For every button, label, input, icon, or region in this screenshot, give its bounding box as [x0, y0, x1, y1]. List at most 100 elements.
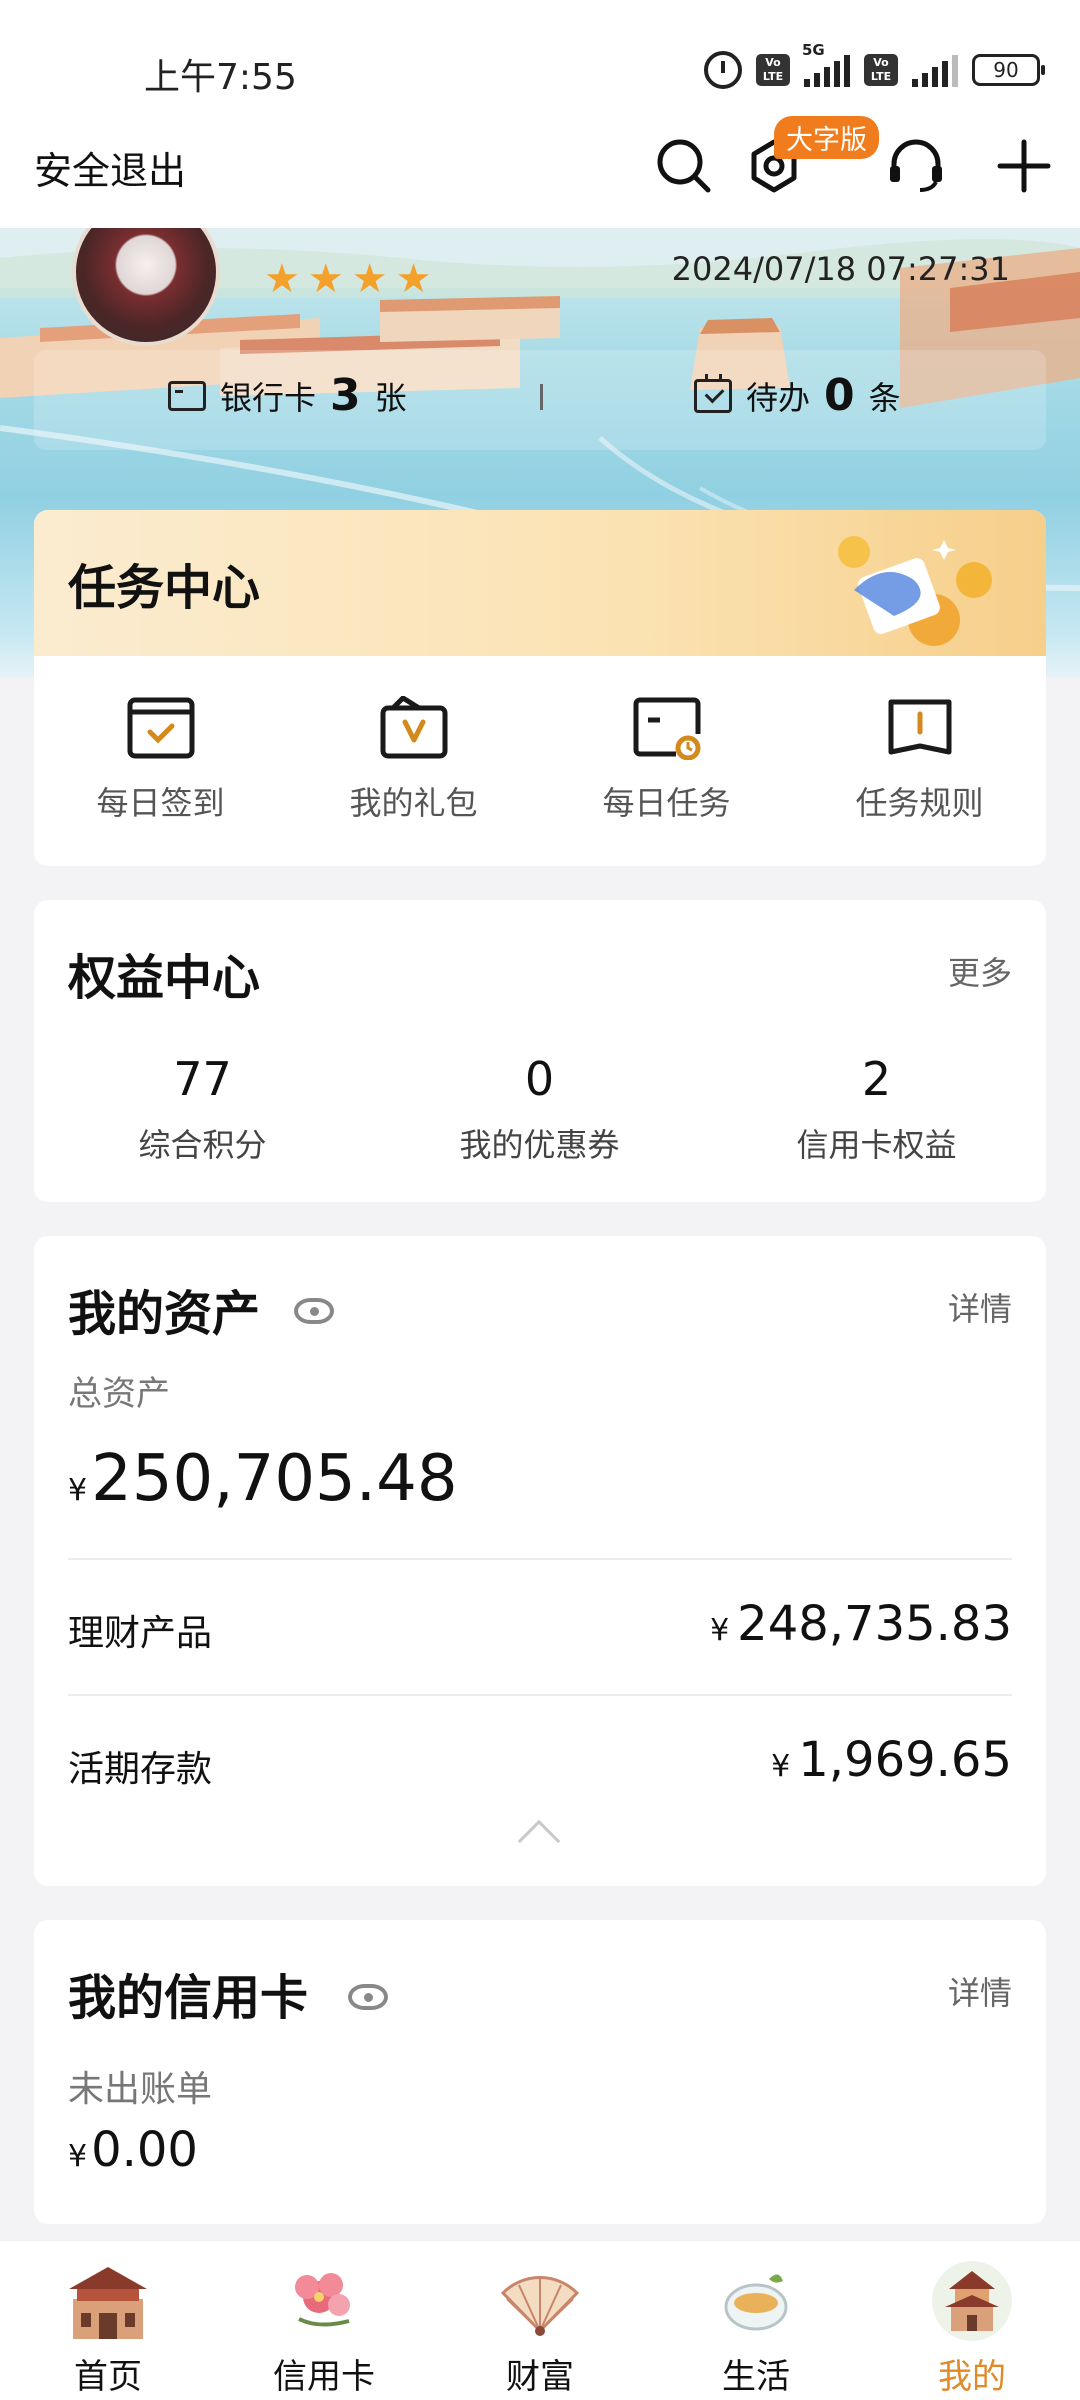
eye-icon[interactable]	[294, 1298, 334, 1324]
total-assets-amount: 250,705.48	[91, 1442, 458, 1516]
asset-row-label: 活期存款	[68, 1749, 213, 1790]
assets-detail-link[interactable]: 详情	[948, 1284, 1012, 1330]
asset-row-amount: 248,735.83	[737, 1596, 1012, 1652]
equity-item-credit-rights[interactable]: 2 信用卡权益	[708, 1052, 1045, 1166]
nav-label: 信用卡	[273, 2357, 375, 2397]
eye-icon[interactable]	[348, 1984, 388, 2010]
bank-card-stat[interactable]: 银行卡 3 张	[168, 370, 407, 421]
nav-label: 首页	[74, 2357, 142, 2397]
asset-row-amount: 1,969.65	[798, 1732, 1012, 1788]
folding-fan-icon	[500, 2276, 580, 2336]
nav-life[interactable]: 生活	[648, 2241, 864, 2400]
plus-icon[interactable]	[990, 132, 1058, 200]
my-credit-card-card: 我的信用卡 详情 未出账单 ¥ 0.00	[34, 1920, 1046, 2224]
total-assets-value: ¥ 250,705.48	[68, 1442, 458, 1516]
asset-row-value: ¥ 248,735.83	[710, 1596, 1012, 1652]
nav-wealth[interactable]: 财富	[432, 2241, 648, 2400]
bottom-nav: 首页 信用卡 财富 生活 我的	[0, 2240, 1080, 2400]
task-item-gift-pack[interactable]: 我的礼包	[287, 696, 540, 824]
asset-row-label: 理财产品	[68, 1613, 213, 1654]
customer-service-icon[interactable]	[882, 132, 950, 200]
task-item-label: 我的礼包	[349, 784, 478, 822]
unbilled-value: ¥ 0.00	[68, 2122, 198, 2178]
signal-5g-icon: 5G	[802, 41, 850, 87]
asset-row-wealth-products[interactable]: 理财产品 ¥ 248,735.83	[68, 1596, 1012, 1656]
task-item-label: 任务规则	[855, 784, 984, 822]
member-star-rating: ★ ★ ★ ★	[264, 256, 431, 302]
task-center-card: 任务中心 每日签到 我的礼包 每日任务 任务规则	[34, 510, 1046, 866]
unbilled-label: 未出账单	[68, 2069, 213, 2110]
network-type-label: 5G	[802, 41, 825, 59]
bank-card-icon	[168, 380, 206, 411]
large-font-badge[interactable]: 大字版	[774, 116, 879, 159]
task-item-label: 每日签到	[96, 784, 225, 822]
equity-value: 0	[524, 1052, 555, 1106]
task-center-title: 任务中心	[68, 560, 261, 616]
equity-label: 信用卡权益	[796, 1126, 957, 1164]
nav-label: 财富	[506, 2357, 574, 2397]
status-time: 上午7:55	[144, 57, 297, 98]
equity-value: 77	[173, 1052, 232, 1106]
logout-button[interactable]: 安全退出	[34, 140, 186, 195]
battery-icon: 90	[972, 54, 1045, 86]
currency-symbol: ¥	[68, 2139, 88, 2174]
gift-box-illustration	[838, 536, 992, 646]
equity-label: 我的优惠券	[459, 1126, 620, 1164]
equity-item-coupons[interactable]: 0 我的优惠券	[371, 1052, 708, 1166]
task-center-items: 每日签到 我的礼包 每日任务 任务规则	[34, 696, 1046, 824]
task-item-daily-checkin[interactable]: 每日签到	[34, 696, 287, 824]
task-center-header[interactable]: 任务中心	[34, 510, 1046, 656]
todo-label: 待办	[746, 378, 811, 417]
nav-credit-card[interactable]: 信用卡	[216, 2241, 432, 2400]
equity-items: 77 综合积分 0 我的优惠券 2 信用卡权益	[34, 1052, 1046, 1166]
equity-label: 综合积分	[138, 1126, 267, 1164]
divider	[68, 1558, 1012, 1560]
tea-cup-icon	[724, 2274, 788, 2331]
my-assets-title: 我的资产	[68, 1286, 261, 1342]
volte-icon: Vo LTE	[756, 54, 790, 86]
my-credit-card-title: 我的信用卡	[68, 1970, 309, 2026]
todo-unit: 条	[868, 378, 901, 417]
stat-divider	[540, 384, 543, 410]
task-rules-icon	[888, 699, 951, 755]
alarm-icon	[704, 51, 742, 89]
todo-count: 0	[824, 370, 855, 421]
mine-tower-icon	[932, 2261, 1012, 2341]
star-icon: ★	[307, 256, 344, 302]
currency-symbol: ¥	[710, 1613, 730, 1648]
equity-item-points[interactable]: 77 综合积分	[34, 1052, 371, 1166]
unbilled-amount: 0.00	[91, 2122, 198, 2178]
equity-more-link[interactable]: 更多	[948, 948, 1012, 994]
my-assets-card: 我的资产 详情 总资产 ¥ 250,705.48 理财产品 ¥ 248,735.…	[34, 1236, 1046, 1886]
status-bar: 上午7:55 Vo LTE 5G Vo LTE 90	[0, 0, 1080, 110]
top-bar: 安全退出 大字版	[0, 110, 1080, 228]
flower-icon	[295, 2273, 350, 2327]
nav-mine[interactable]: 我的	[864, 2241, 1080, 2400]
divider	[68, 1694, 1012, 1696]
nav-label: 我的	[938, 2357, 1006, 2397]
credit-card-detail-link[interactable]: 详情	[948, 1968, 1012, 2014]
collapse-chevron-icon[interactable]	[517, 1819, 561, 1863]
asset-row-value: ¥ 1,969.65	[771, 1732, 1012, 1788]
nav-home[interactable]: 首页	[0, 2241, 216, 2400]
star-icon: ★	[264, 256, 300, 302]
equity-value: 2	[861, 1052, 892, 1106]
home-gate-icon	[69, 2267, 147, 2339]
nav-label: 生活	[722, 2357, 790, 2397]
bank-card-unit: 张	[374, 378, 407, 417]
equity-center-title: 权益中心	[68, 950, 261, 1006]
currency-symbol: ¥	[68, 1473, 88, 1508]
total-assets-label: 总资产	[68, 1374, 170, 1414]
currency-symbol: ¥	[771, 1749, 791, 1784]
todo-stat[interactable]: 待办 0 条	[694, 370, 901, 421]
task-item-rules[interactable]: 任务规则	[793, 696, 1046, 824]
signal-icon	[912, 53, 958, 87]
search-icon[interactable]	[650, 132, 718, 200]
task-item-daily-task[interactable]: 每日任务	[540, 696, 793, 824]
volte-icon-2: Vo LTE	[864, 54, 898, 86]
todo-calendar-icon	[694, 373, 732, 413]
status-icons: Vo LTE 5G Vo LTE 90	[704, 41, 1045, 92]
asset-row-demand-deposit[interactable]: 活期存款 ¥ 1,969.65	[68, 1732, 1012, 1792]
star-icon: ★	[395, 256, 432, 302]
daily-task-icon	[633, 697, 700, 760]
